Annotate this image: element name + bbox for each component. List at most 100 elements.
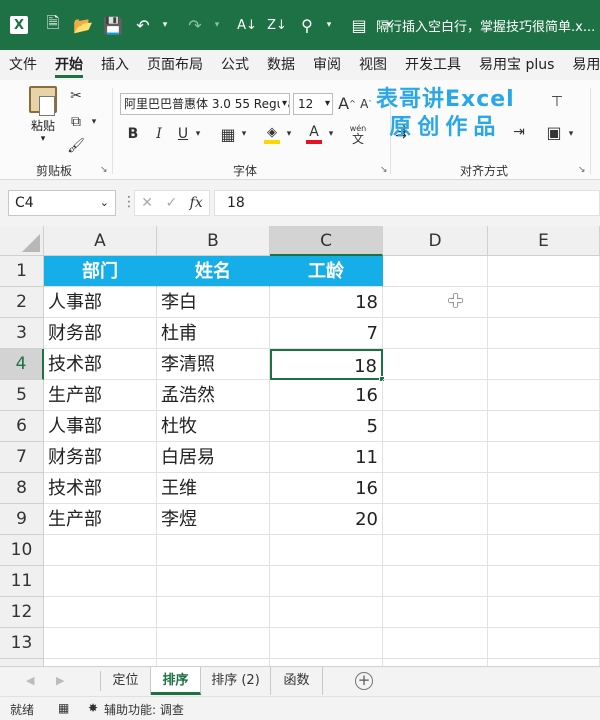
cell-d8[interactable]: [383, 473, 488, 504]
cell-c11[interactable]: [270, 566, 383, 597]
new-file-icon[interactable]: 🗎: [42, 13, 64, 36]
cell-e2[interactable]: [488, 287, 600, 318]
font-launcher-icon[interactable]: ↘: [380, 165, 388, 175]
cell-e7[interactable]: [488, 442, 600, 473]
italic-button[interactable]: I: [150, 124, 168, 144]
search-dropdown-icon[interactable]: ▾: [318, 14, 340, 36]
cell-e9[interactable]: [488, 504, 600, 535]
column-header-d[interactable]: D: [383, 226, 488, 256]
save-icon[interactable]: 💾: [102, 14, 124, 36]
accessibility-icon[interactable]: ✸: [88, 701, 98, 715]
row-header-7[interactable]: 7: [0, 442, 44, 473]
borders-icon[interactable]: ▦: [218, 124, 238, 144]
cell-b4[interactable]: 李清照: [157, 349, 270, 380]
cell-c3[interactable]: 7: [270, 318, 383, 349]
row-header-3[interactable]: 3: [0, 318, 44, 349]
search-icon[interactable]: ⚲: [296, 14, 318, 36]
sort-ascending-icon[interactable]: A↓: [236, 14, 258, 36]
grow-font-icon[interactable]: A ^: [338, 92, 356, 114]
paste-button[interactable]: 粘贴 ▾: [26, 86, 60, 144]
macro-record-icon[interactable]: ▦: [58, 701, 69, 715]
alignment-launcher-icon[interactable]: ↘: [578, 165, 586, 175]
cell-d1[interactable]: [383, 256, 488, 287]
add-sheet-button[interactable]: +: [355, 672, 373, 690]
column-header-c[interactable]: C: [270, 226, 383, 256]
cell-a4[interactable]: 技术部: [44, 349, 157, 380]
cell-c14[interactable]: [270, 659, 383, 666]
row-header-5[interactable]: 5: [0, 380, 44, 411]
cell-d12[interactable]: [383, 597, 488, 628]
next-sheet-icon[interactable]: ▶: [56, 674, 64, 687]
row-header-8[interactable]: 8: [0, 473, 44, 504]
cell-d6[interactable]: [383, 411, 488, 442]
font-size-select[interactable]: 12 ▾: [293, 93, 333, 115]
cell-b8[interactable]: 王维: [157, 473, 270, 504]
cell-d9[interactable]: [383, 504, 488, 535]
row-header-11[interactable]: 11: [0, 566, 44, 597]
cancel-icon[interactable]: ✕: [141, 195, 153, 211]
active-cell[interactable]: 18: [270, 349, 383, 380]
cell-d2[interactable]: [383, 287, 488, 318]
tab-data[interactable]: 数据: [258, 50, 304, 80]
cell-a9[interactable]: 生产部: [44, 504, 157, 535]
cell-c6[interactable]: 5: [270, 411, 383, 442]
cell-c1[interactable]: 工龄: [270, 256, 383, 287]
formula-input[interactable]: 18: [214, 190, 600, 216]
tab-page-layout[interactable]: 页面布局: [138, 50, 212, 80]
tab-developer[interactable]: 开发工具: [396, 50, 470, 80]
tab-formulas[interactable]: 公式: [212, 50, 258, 80]
underline-dropdown-icon[interactable]: ▾: [193, 126, 203, 142]
cell-e8[interactable]: [488, 473, 600, 504]
name-box[interactable]: C4 ⌄: [8, 190, 116, 216]
row-header-13[interactable]: 13: [0, 628, 44, 659]
cell-b11[interactable]: [157, 566, 270, 597]
cell-c10[interactable]: [270, 535, 383, 566]
undo-icon[interactable]: ↶: [132, 14, 154, 36]
fill-color-icon[interactable]: ◈: [262, 122, 282, 146]
cut-icon[interactable]: ✂: [66, 86, 86, 106]
cell-a3[interactable]: 财务部: [44, 318, 157, 349]
cell-e6[interactable]: [488, 411, 600, 442]
cell-e12[interactable]: [488, 597, 600, 628]
copy-icon[interactable]: ⧉: [66, 112, 86, 132]
tab-home[interactable]: 开始: [46, 50, 92, 80]
cell-b6[interactable]: 杜牧: [157, 411, 270, 442]
cell-c2[interactable]: 18: [270, 287, 383, 318]
cell-a5[interactable]: 生产部: [44, 380, 157, 411]
tab-insert[interactable]: 插入: [92, 50, 138, 80]
tab-file[interactable]: 文件: [0, 50, 46, 80]
cell-e3[interactable]: [488, 318, 600, 349]
font-name-select[interactable]: 阿里巴巴普惠体 3.0 55 Regular ▾: [120, 93, 290, 115]
copy-dropdown-icon[interactable]: ▾: [88, 114, 100, 130]
cell-c8[interactable]: 16: [270, 473, 383, 504]
cell-b14[interactable]: [157, 659, 270, 666]
merge-dropdown-icon[interactable]: ▾: [566, 126, 576, 142]
column-header-b[interactable]: B: [157, 226, 270, 256]
cell-a8[interactable]: 技术部: [44, 473, 157, 504]
bold-button[interactable]: B: [124, 124, 142, 144]
cell-b12[interactable]: [157, 597, 270, 628]
sheet-tab-functions[interactable]: 函数: [271, 667, 323, 695]
cell-b3[interactable]: 杜甫: [157, 318, 270, 349]
row-header-14[interactable]: 14: [0, 659, 44, 666]
fill-color-dropdown-icon[interactable]: ▾: [284, 126, 294, 142]
row-header-2[interactable]: 2: [0, 287, 44, 318]
worksheet-grid[interactable]: A B C D E 1 部门 姓名 工龄 2 人事部 李白 18 3 财务部 杜甫 7 4 技术部 李清照 18 5 生产部…: [0, 226, 600, 666]
cell-e5[interactable]: [488, 380, 600, 411]
cell-a14[interactable]: [44, 659, 157, 666]
cell-d13[interactable]: [383, 628, 488, 659]
column-header-a[interactable]: A: [44, 226, 157, 256]
cell-e4[interactable]: [488, 349, 600, 380]
cell-e1[interactable]: [488, 256, 600, 287]
row-header-12[interactable]: 12: [0, 597, 44, 628]
sheet-tab-locate[interactable]: 定位: [101, 667, 151, 695]
cell-c9[interactable]: 20: [270, 504, 383, 535]
format-painter-icon[interactable]: 🖌: [66, 136, 86, 156]
row-header-6[interactable]: 6: [0, 411, 44, 442]
prev-sheet-icon[interactable]: ◀: [26, 674, 34, 687]
sheet-tab-sort[interactable]: 排序: [151, 667, 201, 695]
accessibility-status[interactable]: 辅助功能: 调查: [104, 701, 184, 718]
row-header-9[interactable]: 9: [0, 504, 44, 535]
confirm-icon[interactable]: ✓: [165, 195, 177, 211]
cell-d7[interactable]: [383, 442, 488, 473]
